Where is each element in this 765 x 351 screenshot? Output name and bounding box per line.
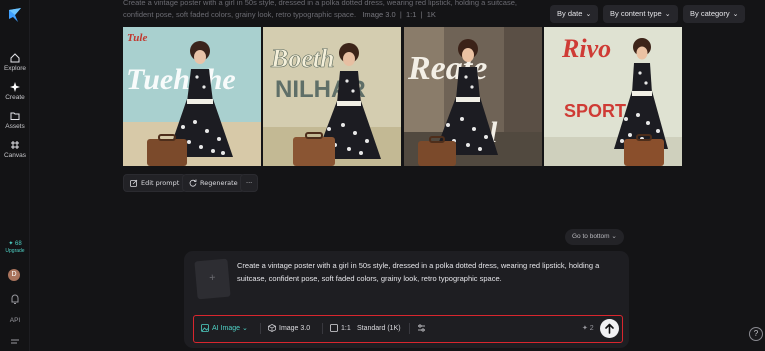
sidebar-item-explore[interactable]: Explore (0, 53, 30, 72)
bell-icon[interactable] (8, 293, 22, 305)
chevron-down-icon: ⌄ (664, 11, 671, 18)
aspect-ratio-icon (330, 324, 338, 333)
send-button[interactable] (600, 319, 619, 338)
folder-icon (10, 112, 20, 120)
poster-text: Tule (127, 32, 147, 44)
more-icon: ··· (246, 179, 253, 187)
arrow-up-icon (605, 323, 614, 334)
sliders-icon (418, 324, 425, 332)
app-logo-icon[interactable] (7, 7, 23, 23)
go-to-bottom-label: Go to bottom (572, 233, 610, 240)
edit-prompt-button[interactable]: Edit prompt (123, 174, 187, 192)
more-options-button[interactable]: ··· (240, 174, 259, 192)
sidebar-item-label: Assets (5, 123, 25, 130)
mode-label: AI Image (212, 325, 241, 332)
previous-prompt-text: Create a vintage poster with a girl in 5… (123, 0, 543, 21)
refresh-icon (189, 179, 197, 187)
chevron-down-icon: ⌄ (585, 11, 592, 18)
credits-badge[interactable]: ✦ 68 Upgrade (0, 240, 30, 254)
sidebar-item-canvas[interactable]: Canvas (0, 140, 30, 159)
generated-image-1[interactable]: Tule Tueh the (123, 27, 261, 166)
prompt-text: Create a vintage poster with a girl in 5… (123, 0, 517, 19)
prompt-input[interactable]: Create a vintage poster with a girl in 5… (237, 259, 625, 285)
generated-image-2[interactable]: Boeth NILHAR (263, 27, 401, 166)
model-label: Image 3.0 (279, 325, 311, 332)
edit-icon (130, 179, 138, 187)
chevron-down-icon: ⌄ (241, 325, 248, 332)
poster-text: SPORT (564, 101, 626, 121)
api-link[interactable]: API (0, 317, 30, 324)
regenerate-button[interactable]: Regenerate (182, 174, 245, 192)
plus-icon: + (208, 271, 217, 285)
sidebar-item-label: Canvas (3, 152, 27, 159)
app-root: Explore Create Assets Canvas ✦ 68 Upgrad… (0, 0, 765, 351)
sidebar-item-create[interactable]: Create (0, 82, 30, 101)
generated-images: Tule Tueh the Boeth NILHAR Reate Rivo SP… (123, 27, 683, 166)
poster-text: Boeth (270, 44, 335, 73)
filter-content-type-dropdown[interactable]: By content type ⌄ (603, 5, 678, 23)
meta-ratio: 1:1 (405, 10, 417, 19)
settings-button[interactable] (417, 316, 429, 341)
cube-icon (268, 324, 276, 333)
image-icon (201, 324, 209, 333)
canvas-icon (11, 141, 19, 149)
generation-meta: Image 3.0 | 1:1 | 1K (362, 10, 436, 19)
help-button[interactable]: ? (749, 327, 763, 341)
filter-label: By date (557, 9, 583, 18)
poster-text: Rivo (561, 34, 611, 63)
meta-model: Image 3.0 (362, 10, 396, 19)
menu-icon[interactable] (8, 337, 22, 349)
mode-dropdown[interactable]: AI Image ⌄ (201, 316, 248, 341)
avatar[interactable]: D (8, 269, 20, 281)
filter-date-dropdown[interactable]: By date ⌄ (550, 5, 599, 23)
chevron-down-icon: ⌄ (732, 11, 739, 18)
upgrade-link[interactable]: Upgrade (0, 248, 30, 254)
chevron-down-icon: ⌄ (611, 233, 617, 240)
quality-label: Standard (1K) (357, 325, 401, 332)
home-icon (10, 53, 20, 63)
sidebar-item-assets[interactable]: Assets (0, 111, 30, 130)
model-selector[interactable]: Image 3.0 (268, 316, 310, 341)
aspect-ratio-selector[interactable]: 1:1 (330, 316, 351, 341)
generated-image-4[interactable]: Rivo SPORT (544, 27, 682, 166)
filter-category-dropdown[interactable]: By category ⌄ (683, 5, 746, 23)
sidebar: Explore Create Assets Canvas ✦ 68 Upgrad… (0, 0, 30, 351)
credits-count: ✦ 68 (8, 241, 22, 247)
divider (260, 323, 261, 334)
credit-cost: ✦ 2 (582, 325, 594, 332)
composer-toolbar: AI Image ⌄ Image 3.0 1:1 Standard (1K) ✦… (193, 315, 623, 343)
poster-text: Tueh the (126, 63, 236, 96)
generated-image-3[interactable]: Reate girl (404, 27, 542, 166)
filter-label: By content type (610, 9, 662, 18)
sparkle-icon (10, 82, 20, 92)
sidebar-item-label: Create (5, 94, 25, 101)
quality-selector[interactable]: Standard (1K) (357, 316, 401, 341)
attach-image-button[interactable]: + (194, 258, 231, 300)
go-to-bottom-button[interactable]: Go to bottom ⌄ (565, 229, 624, 245)
filter-label: By category (690, 9, 730, 18)
meta-resolution: 1K (426, 10, 436, 19)
regenerate-label: Regenerate (200, 179, 238, 187)
sidebar-item-label: Explore (3, 65, 27, 72)
divider (322, 323, 323, 334)
divider (409, 323, 410, 334)
edit-prompt-label: Edit prompt (141, 179, 180, 187)
ratio-label: 1:1 (341, 325, 351, 332)
